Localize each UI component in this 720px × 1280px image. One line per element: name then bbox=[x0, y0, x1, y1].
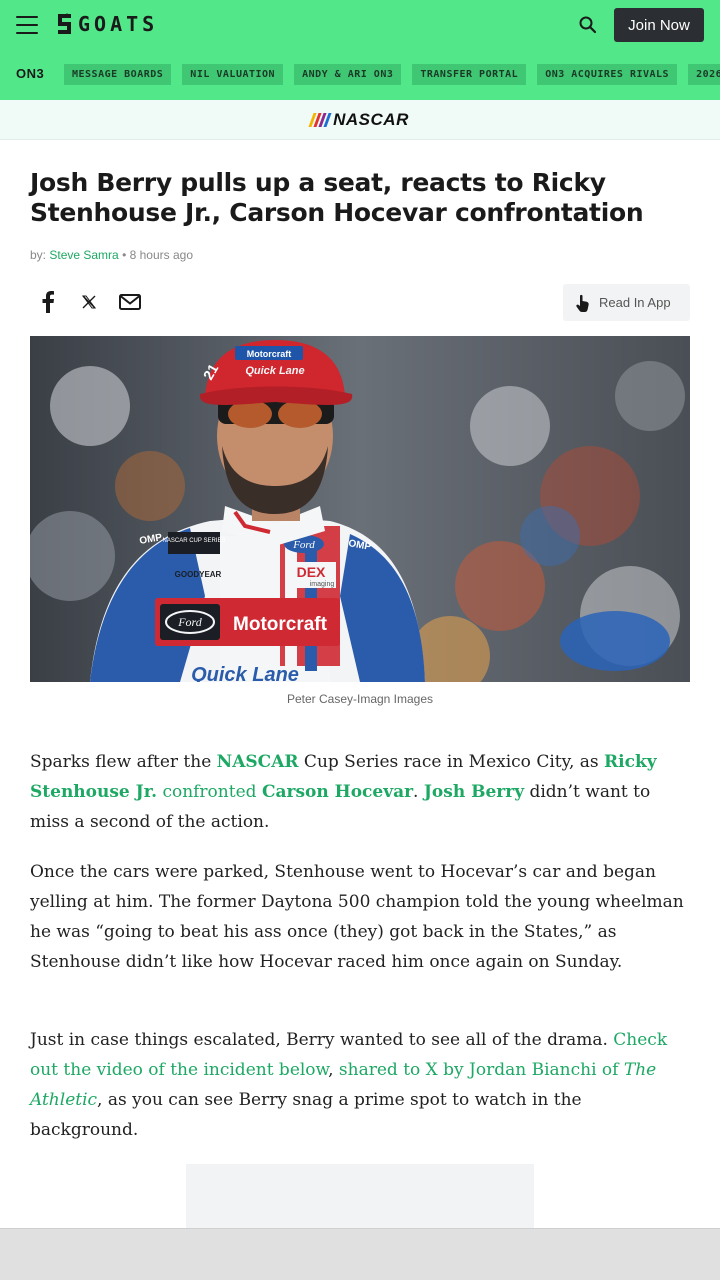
nav-item-transfer-portal[interactable]: TRANSFER PORTAL bbox=[412, 64, 527, 85]
bottom-bar bbox=[0, 1228, 720, 1280]
x-icon[interactable] bbox=[77, 290, 101, 314]
chest-motorcraft-text: Motorcraft bbox=[233, 614, 328, 635]
read-in-app-button[interactable]: Read In App bbox=[563, 284, 690, 321]
facebook-icon[interactable] bbox=[36, 290, 60, 314]
nav-strip: ON3 MESSAGE BOARDS NIL VALUATION ANDY & … bbox=[0, 60, 720, 90]
patch-nascar-text: NASCAR CUP SERIES bbox=[163, 538, 226, 544]
nav-item-2026-on3[interactable]: 2026 ON3 bbox=[688, 64, 720, 85]
nav-item-on3-acquires-rivals[interactable]: ON3 ACQUIRES RIVALS bbox=[537, 64, 678, 85]
search-icon[interactable] bbox=[578, 15, 598, 35]
author-link[interactable]: Steve Samra bbox=[49, 248, 118, 262]
chest-ford-logo: Ford bbox=[177, 615, 203, 629]
nav-item-andy-ari[interactable]: ANDY & ARI ON3 bbox=[294, 64, 402, 85]
patch-dex-sub: imaging bbox=[310, 581, 335, 588]
publish-time: 8 hours ago bbox=[129, 248, 194, 262]
photo-credit: Peter Casey-Imagn Images bbox=[286, 692, 434, 706]
menu-icon[interactable] bbox=[16, 16, 38, 34]
site-logo-text: GOATS bbox=[78, 12, 159, 36]
article-paragraph-2: Once the cars were parked, Stenhouse wen… bbox=[30, 862, 684, 972]
ad-placeholder bbox=[186, 1164, 534, 1234]
link-nascar[interactable]: NASCAR bbox=[217, 752, 299, 772]
category-banner: NASCAR bbox=[0, 100, 720, 140]
cap-badge-text: Motorcraft bbox=[247, 349, 292, 359]
nav-bar: MESSAGE BOARDS NIL VALUATION ANDY & ARI … bbox=[64, 64, 720, 85]
nascar-logo-text: NASCAR bbox=[333, 109, 409, 129]
site-logo[interactable]: GOATS bbox=[56, 12, 158, 36]
patch-goodyear: GOODYEAR bbox=[175, 570, 222, 579]
belly-logo: Quick Lane bbox=[191, 664, 299, 682]
goats-logo-mark bbox=[58, 13, 71, 34]
byline-separator: • bbox=[122, 248, 127, 262]
link-josh-berry[interactable]: Josh Berry bbox=[424, 782, 524, 802]
on3-network-label[interactable]: ON3 bbox=[16, 66, 44, 81]
join-now-button[interactable]: Join Now bbox=[614, 8, 704, 42]
link-carson-hocevar[interactable]: Carson Hocevar bbox=[262, 782, 413, 802]
site-header: GOATS Join Now ON3 MESSAGE BOARDS NIL VA… bbox=[0, 0, 720, 100]
hero-photo: Ford Motorcraft NASCAR CUP SERIES OMP OM… bbox=[30, 336, 690, 682]
nascar-logo[interactable]: NASCAR bbox=[308, 109, 409, 130]
patch-ford: Ford bbox=[292, 539, 315, 551]
read-in-app-label: Read In App bbox=[599, 295, 671, 310]
article-title: Josh Berry pulls up a seat, reacts to Ri… bbox=[30, 168, 644, 227]
article-paragraph-1: Sparks flew after the NASCAR Cup Series … bbox=[30, 752, 657, 832]
mail-icon[interactable] bbox=[118, 290, 142, 314]
byline: by: Steve Samra • 8 hours ago bbox=[30, 248, 193, 262]
byline-prefix: by: bbox=[30, 248, 47, 262]
tap-hand-icon bbox=[576, 294, 589, 312]
patch-dex: DEX bbox=[297, 564, 326, 580]
nav-item-nil-valuation[interactable]: NIL VALUATION bbox=[182, 64, 284, 85]
article-paragraph-3: Just in case things escalated, Berry wan… bbox=[30, 1030, 668, 1140]
nascar-stripes-icon bbox=[308, 112, 332, 127]
link-confronted[interactable]: confronted bbox=[162, 782, 256, 802]
cap-logo-text: Quick Lane bbox=[245, 365, 304, 377]
nav-item-message-boards[interactable]: MESSAGE BOARDS bbox=[64, 64, 172, 85]
